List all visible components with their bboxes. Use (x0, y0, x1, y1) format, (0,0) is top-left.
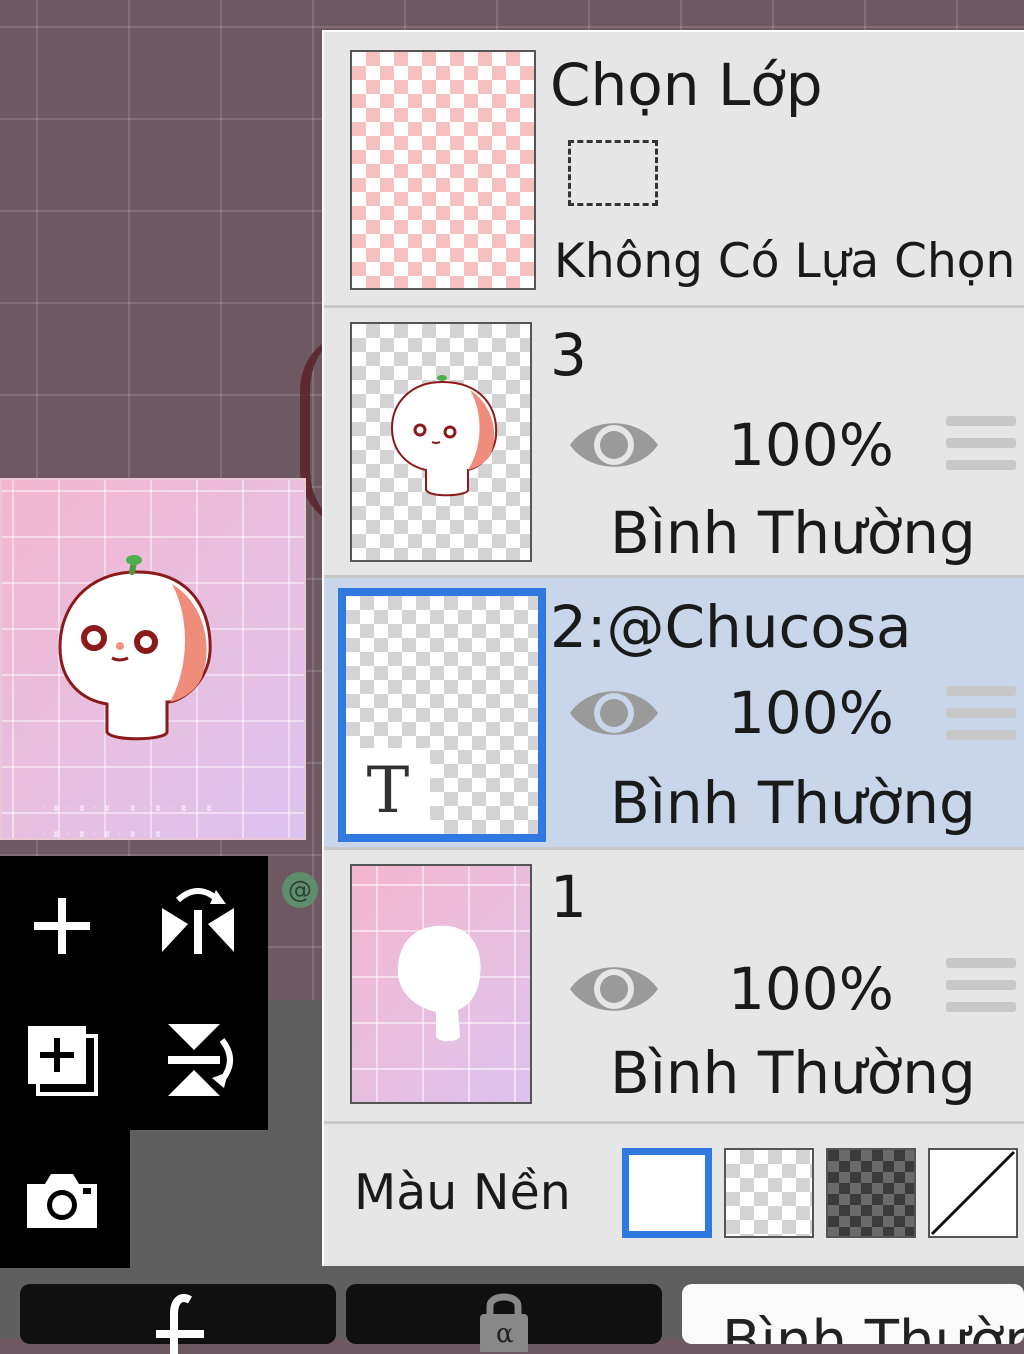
layer-blend-mode[interactable]: Bình Thường (610, 774, 976, 832)
blend-mode-label: Bình Thường (722, 1309, 1024, 1345)
layer-row[interactable]: T 2:@Chucosa 100% Bình Thường (324, 578, 1024, 850)
svg-text:α: α (496, 1319, 514, 1349)
selection-status: Không Có Lựa Chọn (554, 234, 1016, 289)
layer-thumbnail (350, 322, 532, 562)
layer-opacity[interactable]: 100% (728, 960, 894, 1018)
flip-vertical-icon[interactable] (158, 1020, 238, 1100)
text-layer-icon: T (346, 748, 430, 834)
lock-icon: α (480, 1293, 528, 1352)
layer-opacity[interactable]: 100% (728, 416, 894, 474)
background-dark-checker-option[interactable] (826, 1148, 916, 1238)
layer-blend-mode[interactable]: Bình Thường (610, 504, 976, 562)
layer-thumbnail: T (338, 588, 546, 842)
layer-name: 2:@Chucosa (550, 593, 912, 661)
layer-blend-mode[interactable]: Bình Thường (610, 1044, 976, 1102)
add-layer-icon[interactable] (22, 886, 102, 966)
background-color-label: Màu Nền (354, 1164, 571, 1221)
navigator-preview[interactable]: ·ʬ·ʬ·ʬ·ʬ·ʬ·ʬ·ʬ ·ʬ·ʬ·ʬ·ʬ·ʬ (0, 478, 306, 840)
drag-handle-icon[interactable] (946, 958, 1016, 1016)
eye-icon[interactable] (568, 682, 660, 744)
selection-layer-thumbnail (350, 50, 536, 290)
duplicate-layer-icon[interactable] (22, 1020, 102, 1100)
eye-icon[interactable] (568, 958, 660, 1020)
drag-handle-icon[interactable] (946, 686, 1016, 744)
drag-handle-icon[interactable] (946, 416, 1016, 474)
camera-icon[interactable] (22, 1160, 102, 1240)
blend-mode-button[interactable]: Bình Thường (682, 1284, 1024, 1344)
layer-name: 1 (550, 863, 587, 931)
layer-thumbnail (350, 864, 532, 1104)
selection-marquee-icon (568, 140, 658, 206)
selection-layer-row[interactable]: Chọn Lớp Không Có Lựa Chọn (324, 32, 1024, 308)
background-none-option[interactable] (928, 1148, 1018, 1238)
plus-icon (156, 1294, 204, 1354)
background-white-option[interactable] (622, 1148, 712, 1238)
alpha-lock-button[interactable]: α (346, 1284, 662, 1352)
flip-horizontal-icon[interactable] (158, 882, 238, 962)
selection-layer-title: Chọn Lớp (550, 51, 823, 119)
layer-row[interactable]: 3 100% Bình Thường (324, 308, 1024, 578)
layer-panel: Chọn Lớp Không Có Lựa Chọn 3 100% Bình T… (322, 30, 1024, 1266)
character-illustration (58, 555, 212, 741)
eye-icon[interactable] (568, 414, 660, 476)
add-layer-bottom-button[interactable] (20, 1284, 336, 1354)
layer-name: 3 (550, 321, 587, 389)
preview-watermark: ·ʬ·ʬ·ʬ·ʬ·ʬ·ʬ·ʬ ·ʬ·ʬ·ʬ·ʬ·ʬ (42, 804, 221, 840)
layer-opacity[interactable]: 100% (728, 684, 894, 742)
background-transparent-option[interactable] (724, 1148, 814, 1238)
layer-row[interactable]: 1 100% Bình Thường (324, 850, 1024, 1124)
background-color-row: Màu Nền (324, 1124, 1024, 1268)
at-sign-icon: @ (282, 872, 318, 908)
